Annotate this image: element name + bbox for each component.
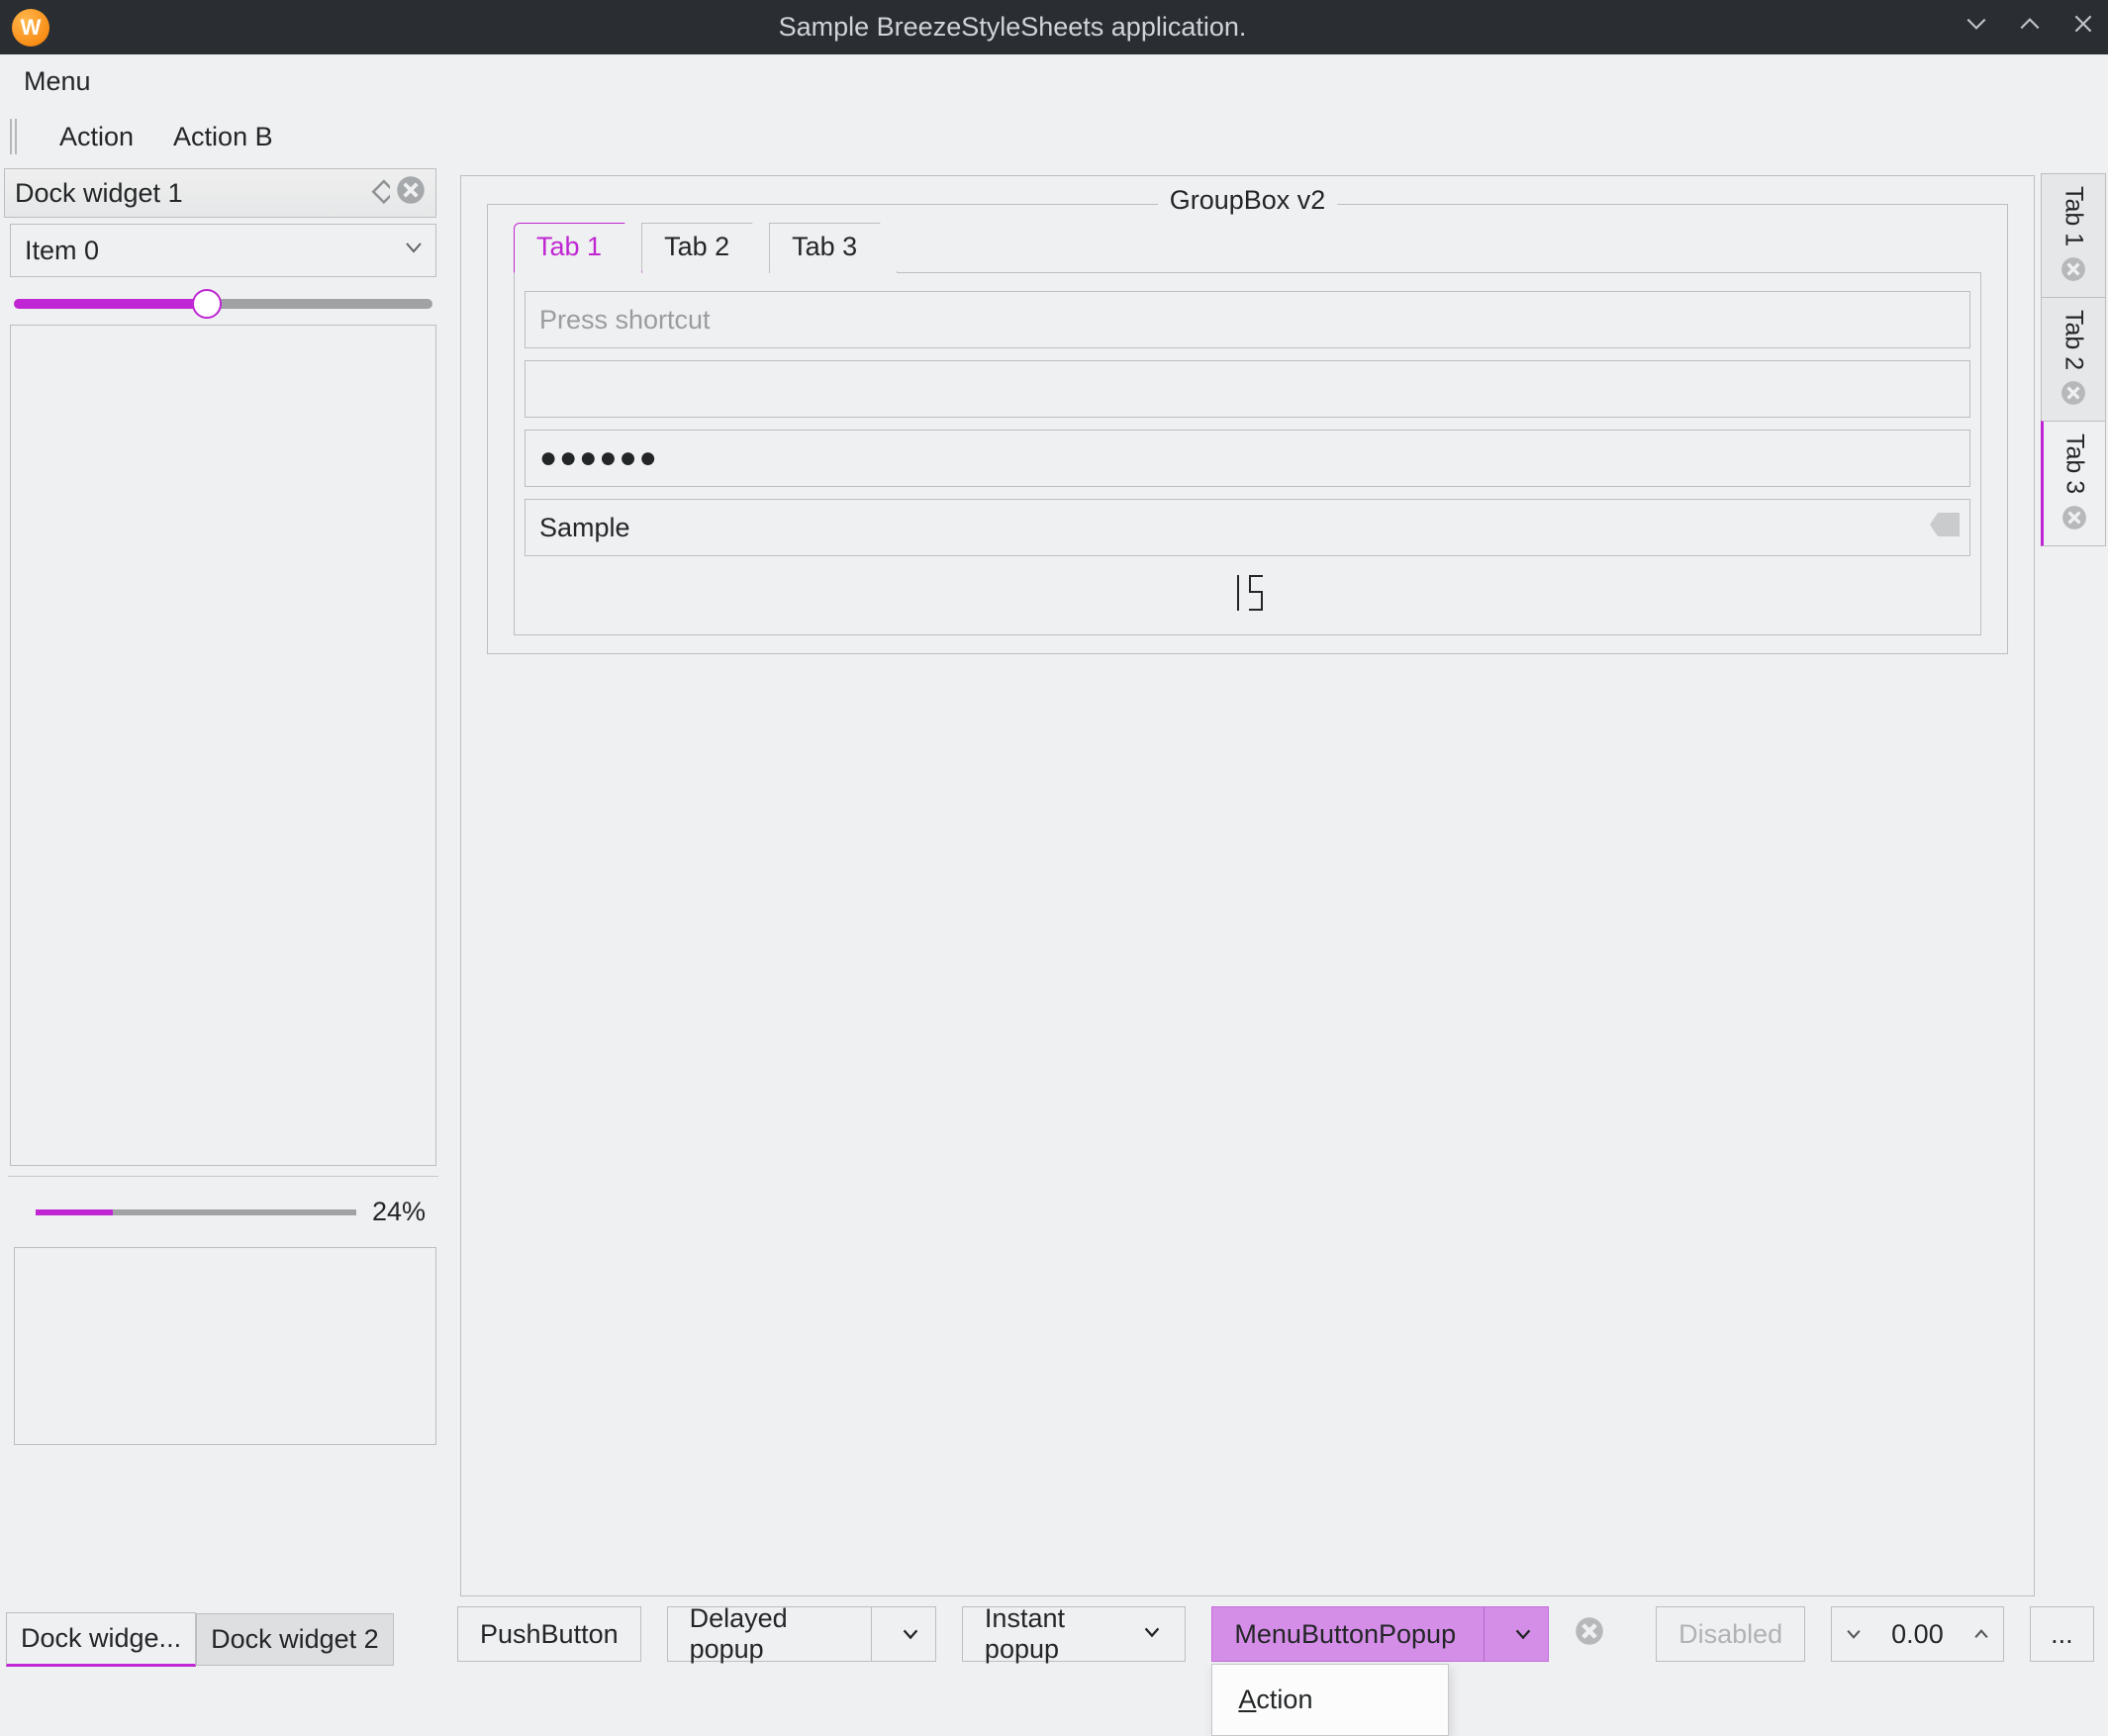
popup-menu: Action bbox=[1211, 1664, 1449, 1736]
clear-icon[interactable] bbox=[1575, 1616, 1604, 1653]
chevron-down-icon[interactable] bbox=[1498, 1623, 1548, 1645]
lcd-display bbox=[525, 568, 1970, 621]
tab-2[interactable]: Tab 2 bbox=[641, 223, 770, 273]
content-area: Dock widget 1 Item 0 bbox=[0, 165, 2108, 1606]
dock-widget-1: Dock widget 1 Item 0 bbox=[0, 165, 446, 1606]
vtab-1[interactable]: Tab 1 bbox=[2041, 173, 2106, 298]
toolbar: Action Action B bbox=[0, 108, 2108, 165]
vtab-close-icon[interactable] bbox=[2060, 380, 2086, 413]
toolbar-action-b[interactable]: Action B bbox=[165, 118, 281, 156]
vtab-close-icon[interactable] bbox=[2061, 505, 2087, 537]
sample-value: Sample bbox=[539, 513, 630, 543]
dock-tab-2[interactable]: Dock widget 2 bbox=[196, 1613, 394, 1666]
progress-label: 24% bbox=[372, 1197, 426, 1227]
spin-down[interactable] bbox=[1832, 1607, 1875, 1661]
small-panel bbox=[14, 1247, 436, 1445]
chevron-down-icon bbox=[402, 236, 426, 266]
vtab-2[interactable]: Tab 2 bbox=[2041, 297, 2106, 422]
vtab-3[interactable]: Tab 3 bbox=[2041, 421, 2106, 545]
spin-value: 0.00 bbox=[1875, 1619, 1960, 1650]
tab-3[interactable]: Tab 3 bbox=[769, 223, 898, 273]
text-input-empty[interactable] bbox=[525, 360, 1970, 418]
chevron-down-icon bbox=[1141, 1619, 1163, 1650]
shortcut-placeholder: Press shortcut bbox=[539, 305, 711, 336]
menubar: Menu bbox=[0, 54, 2108, 108]
minimize-icon[interactable] bbox=[1964, 11, 1989, 44]
pushbutton[interactable]: PushButton bbox=[457, 1606, 641, 1662]
spin-up[interactable] bbox=[1960, 1607, 2003, 1661]
bottom-dock-tabs: Dock widge... Dock widget 2 bbox=[6, 1612, 394, 1667]
progress-bar: 24% bbox=[0, 1177, 446, 1237]
maximize-icon[interactable] bbox=[2017, 11, 2043, 44]
item-combobox[interactable]: Item 0 bbox=[10, 224, 436, 277]
combo-value: Item 0 bbox=[25, 236, 99, 266]
tabs: Tab 1 Tab 2 Tab 3 bbox=[514, 223, 2007, 273]
instant-popup-button[interactable]: Instant popup bbox=[962, 1606, 1186, 1662]
tab-panel: Press shortcut ●●●●●● Sample bbox=[514, 272, 1981, 635]
dock-close-icon[interactable] bbox=[396, 175, 426, 212]
menu-button-popup[interactable]: MenuButtonPopup bbox=[1211, 1606, 1549, 1662]
vtab-close-icon[interactable] bbox=[2060, 256, 2086, 289]
groupbox: GroupBox v2 Tab 1 Tab 2 Tab 3 Press shor… bbox=[487, 204, 2008, 654]
slider[interactable] bbox=[10, 291, 436, 313]
delayed-popup-button[interactable]: Delayed popup bbox=[667, 1606, 936, 1662]
popup-action-rest: ction bbox=[1256, 1685, 1312, 1714]
menu-menu[interactable]: Menu bbox=[14, 60, 101, 103]
chevron-down-icon[interactable] bbox=[886, 1623, 935, 1645]
window-controls bbox=[1964, 11, 2096, 44]
vertical-tabs: Tab 1 Tab 2 Tab 3 bbox=[2041, 173, 2106, 545]
main-area: GroupBox v2 Tab 1 Tab 2 Tab 3 Press shor… bbox=[446, 165, 2108, 1606]
sample-input[interactable]: Sample bbox=[525, 499, 1970, 556]
toolbar-action-a[interactable]: Action bbox=[51, 118, 142, 156]
dock-tab-1[interactable]: Dock widge... bbox=[6, 1612, 196, 1667]
spinbox[interactable]: 0.00 bbox=[1831, 1606, 2004, 1662]
dock-float-icon[interactable] bbox=[360, 175, 390, 212]
password-input[interactable]: ●●●●●● bbox=[525, 430, 1970, 487]
close-icon[interactable] bbox=[2070, 11, 2096, 44]
disabled-button: Disabled bbox=[1656, 1606, 1805, 1662]
app-icon: W bbox=[12, 9, 49, 47]
backspace-icon[interactable] bbox=[1928, 511, 1962, 545]
tab-1[interactable]: Tab 1 bbox=[514, 223, 642, 273]
bottombar: Dock widge... Dock widget 2 PushButton D… bbox=[0, 1606, 2108, 1683]
window-title: Sample BreezeStyleSheets application. bbox=[61, 12, 1964, 43]
titlebar: W Sample BreezeStyleSheets application. bbox=[0, 0, 2108, 54]
shortcut-input[interactable]: Press shortcut bbox=[525, 291, 1970, 348]
listbox[interactable] bbox=[10, 325, 436, 1166]
main-frame: GroupBox v2 Tab 1 Tab 2 Tab 3 Press shor… bbox=[460, 175, 2035, 1596]
groupbox-title: GroupBox v2 bbox=[1158, 185, 1338, 216]
bottom-buttons: PushButton Delayed popup Instant popup M… bbox=[457, 1606, 2108, 1662]
dock1-title: Dock widget 1 bbox=[15, 178, 183, 209]
dock1-header[interactable]: Dock widget 1 bbox=[4, 168, 436, 218]
ellipsis-button[interactable]: ... bbox=[2030, 1606, 2094, 1662]
slider-thumb[interactable] bbox=[192, 289, 222, 319]
toolbar-handle-icon[interactable] bbox=[10, 119, 20, 154]
